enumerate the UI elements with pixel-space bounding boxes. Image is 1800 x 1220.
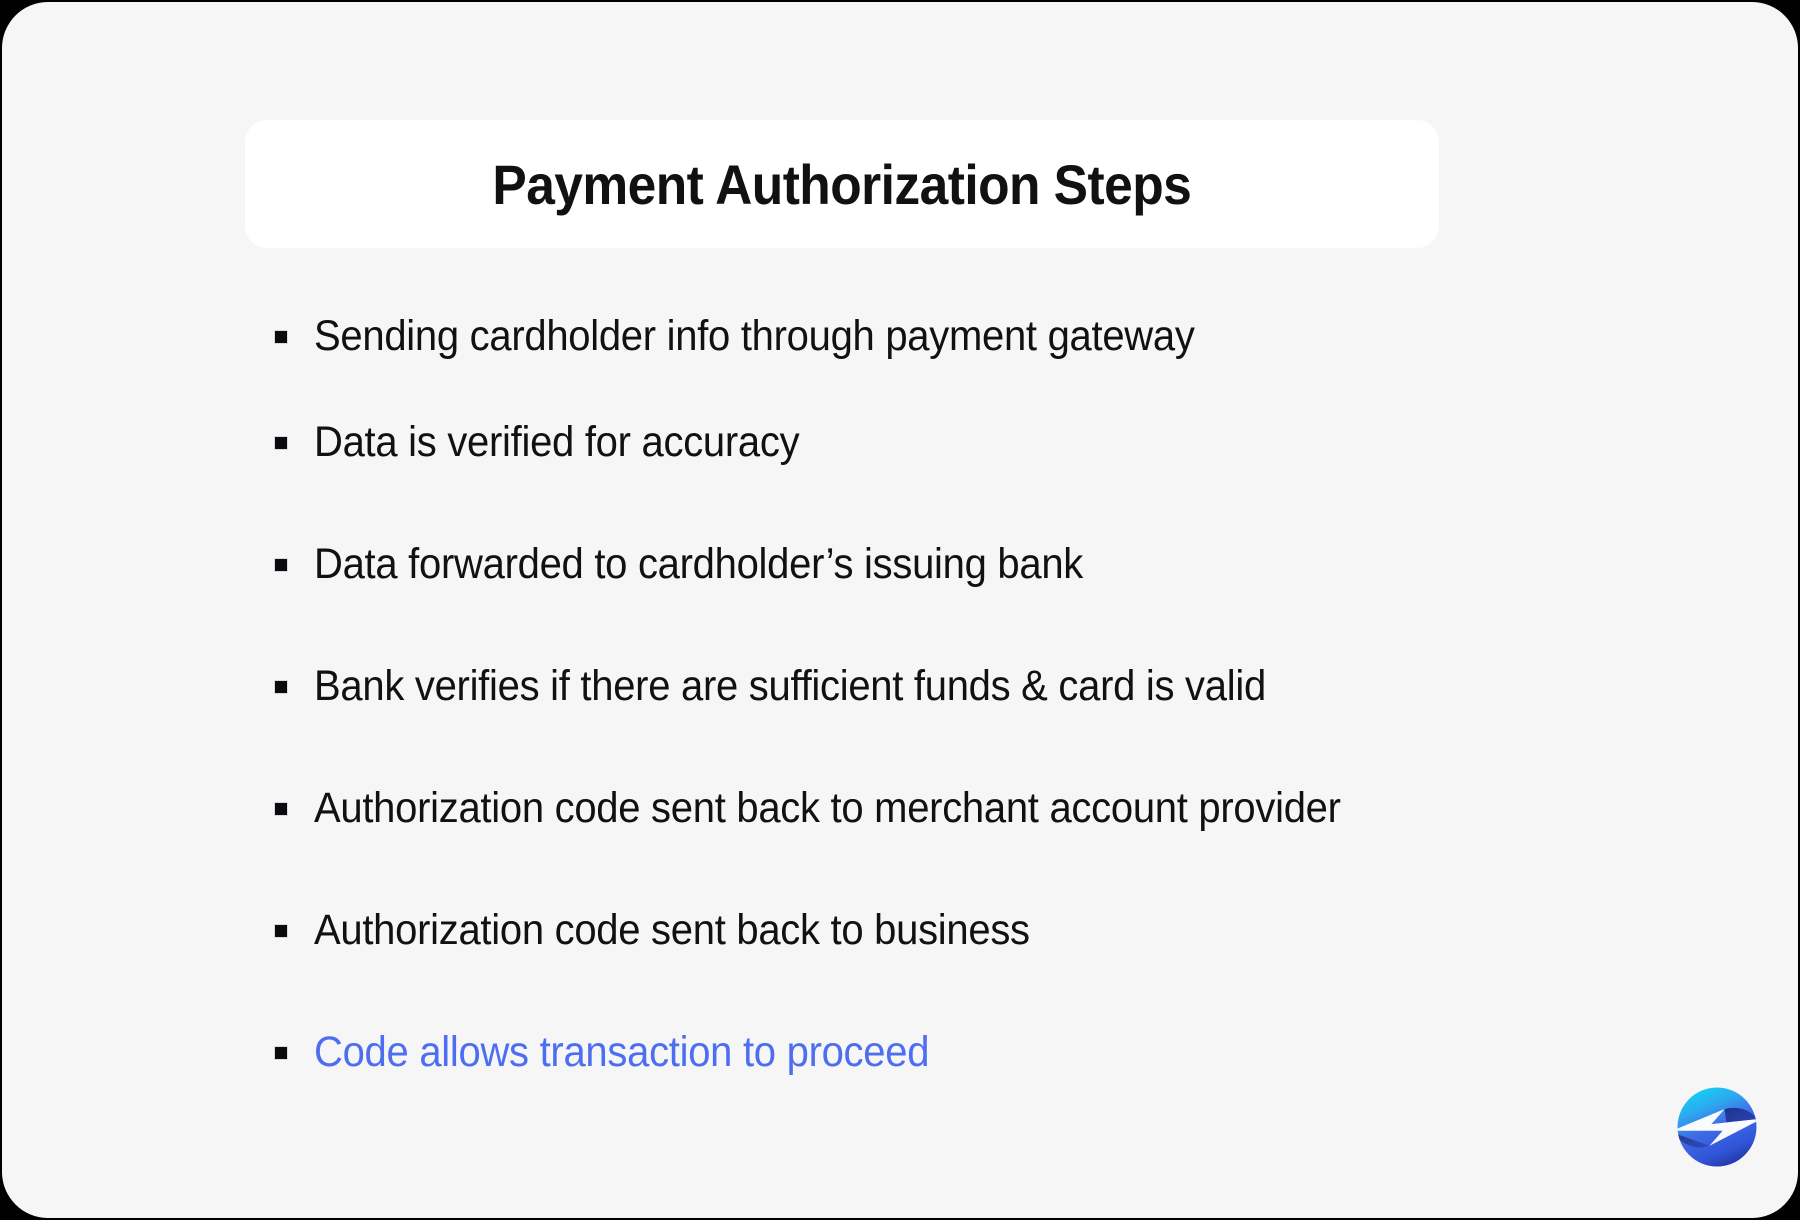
step-label: Bank verifies if there are sufficient fu… <box>314 662 1266 711</box>
list-item[interactable]: Bank verifies if there are sufficient fu… <box>274 652 1714 722</box>
step-label: Authorization code sent back to merchant… <box>314 784 1341 833</box>
steps-list: Sending cardholder info through payment … <box>274 302 1714 1112</box>
bullet-square-icon <box>274 558 288 572</box>
bullet-square-icon <box>274 436 288 450</box>
step-label: Sending cardholder info through payment … <box>314 312 1195 361</box>
step-label: Data is verified for accuracy <box>314 418 800 467</box>
list-item[interactable]: Data forwarded to cardholder’s issuing b… <box>274 530 1714 600</box>
step-label: Code allows transaction to proceed <box>314 1028 930 1077</box>
content-card: Payment Authorization Steps Sending card… <box>2 2 1798 1218</box>
bullet-square-icon <box>274 802 288 816</box>
step-label: Authorization code sent back to business <box>314 906 1030 955</box>
title-card: Payment Authorization Steps <box>245 120 1439 248</box>
list-item[interactable]: Sending cardholder info through payment … <box>274 302 1714 372</box>
step-label: Data forwarded to cardholder’s issuing b… <box>314 540 1084 589</box>
list-item[interactable]: Authorization code sent back to business <box>274 896 1714 966</box>
list-item[interactable]: Authorization code sent back to merchant… <box>274 774 1714 844</box>
bullet-square-icon <box>274 924 288 938</box>
screenshot-canvas: Payment Authorization Steps Sending card… <box>0 0 1800 1220</box>
bullet-square-icon <box>274 680 288 694</box>
list-item[interactable]: Code allows transaction to proceed <box>274 1018 1714 1088</box>
list-item[interactable]: Data is verified for accuracy <box>274 408 1714 478</box>
lightning-bolt-circle-logo-icon <box>1677 1087 1757 1167</box>
page-title: Payment Authorization Steps <box>492 152 1192 216</box>
bullet-square-icon <box>274 1046 288 1060</box>
bullet-square-icon <box>274 330 288 344</box>
